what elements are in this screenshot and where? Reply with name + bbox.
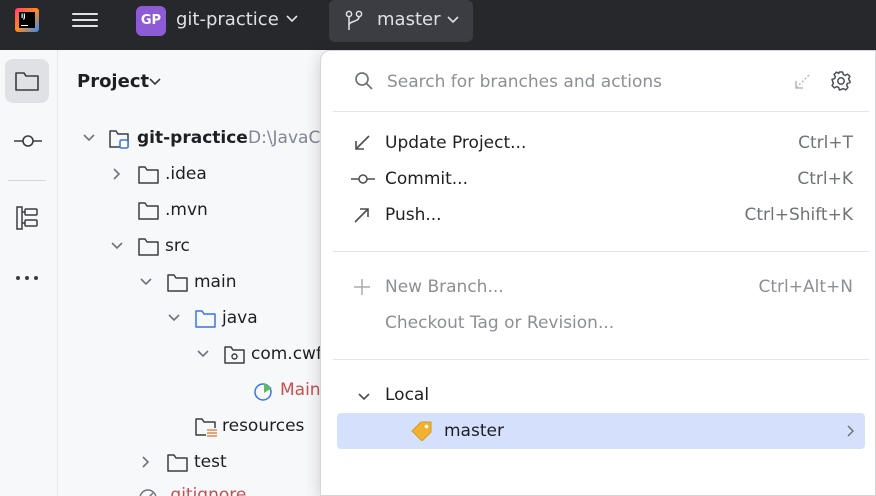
tree-item-java[interactable]: java [58,303,326,333]
tree-item-label: git-practice [137,128,248,148]
item-label: Checkout Tag or Revision... [385,313,615,333]
tree-item-idea[interactable]: .idea [58,159,326,189]
push-arrow-icon [354,208,369,223]
chevron-down-icon[interactable] [167,311,181,325]
chevron-down-icon[interactable] [196,347,210,361]
push-item[interactable]: Push... Ctrl+Shift+K [337,197,865,233]
item-label: New Branch... [385,277,504,297]
chevron-down-icon [447,16,459,24]
project-badge[interactable]: GP [136,6,166,36]
tree-item-label: .gitignore [165,485,247,496]
tree-item-mvn[interactable]: .mvn [58,195,326,225]
update-arrow-icon [355,135,370,150]
tree-item-main-class[interactable]: Main [58,375,326,405]
intellij-logo-icon[interactable]: IJ [15,8,39,32]
resources-folder-icon [195,418,217,437]
tree-item-label: .idea [165,164,207,184]
tree-item-resources[interactable]: resources [58,411,326,441]
panel-title[interactable]: Project [77,71,149,92]
commit-icon [14,135,42,147]
commit-item[interactable]: Commit... Ctrl+K [337,161,865,197]
tree-item-label: com.cwf [251,344,322,364]
more-tools-button[interactable] [5,256,49,300]
section-label: Local [385,385,430,405]
tree-item-main[interactable]: main [58,267,326,297]
tree-item-label: main [194,272,237,292]
search-input[interactable] [387,67,787,97]
package-icon [224,346,245,364]
project-tool-button[interactable] [5,59,49,103]
folder-icon [15,72,39,91]
folder-icon [138,202,159,220]
folder-icon [167,454,188,472]
more-icon [16,276,38,280]
module-folder-icon [109,130,129,149]
tree-item-label: Main [280,380,321,400]
tree-item-test[interactable]: test [58,447,326,477]
gear-icon[interactable] [830,70,852,92]
folder-icon [167,274,188,292]
folder-icon [138,166,159,184]
plus-icon [354,279,370,295]
tree-item-label: .mvn [165,200,208,220]
branch-item-master[interactable]: master [337,413,865,449]
java-class-run-icon [254,383,272,401]
update-project-item[interactable]: Update Project... Ctrl+T [337,125,865,161]
tool-window-strip [0,50,58,496]
tree-item-git-practice[interactable]: git-practice D:\JavaC [58,123,326,153]
commit-icon [351,174,375,184]
main-menu-button[interactable] [72,9,98,31]
item-shortcut: Ctrl+Alt+N [758,277,853,297]
chevron-down-icon[interactable] [82,131,96,145]
commit-tool-button[interactable] [5,119,49,163]
folder-icon [138,238,159,256]
divider [333,359,869,360]
ignore-file-icon [139,489,157,496]
branch-widget[interactable]: master [329,0,473,42]
chevron-down-icon[interactable] [285,12,299,26]
project-panel: Project git-practice D:\JavaC .idea .mvn… [58,50,326,496]
structure-tool-button[interactable] [5,196,49,240]
checkout-tag-item[interactable]: Checkout Tag or Revision... [337,305,865,341]
tree-item-package[interactable]: com.cwf [58,339,326,369]
chevron-right-icon[interactable] [110,167,124,181]
strip-divider [8,180,46,181]
source-folder-icon [195,310,216,328]
project-name[interactable]: git-practice [176,9,279,30]
tag-icon [411,421,432,441]
branch-name: master [444,421,504,441]
git-branches-popup: Update Project... Ctrl+T Commit... Ctrl+… [320,50,876,496]
chevron-right-icon[interactable] [139,455,153,469]
item-shortcut: Ctrl+Shift+K [744,205,853,225]
branch-icon [345,10,363,30]
chevron-down-icon [358,393,370,401]
title-bar: IJ GP git-practice master [0,0,876,50]
chevron-down-icon[interactable] [139,275,153,289]
tree-item-label: src [165,236,190,256]
chevron-down-icon[interactable] [148,75,162,89]
divider [333,111,869,112]
item-shortcut: Ctrl+K [797,169,853,189]
tree-item-label: resources [222,416,305,436]
search-icon [355,72,373,90]
divider [333,251,869,252]
search-row [321,51,875,111]
new-branch-item[interactable]: New Branch... Ctrl+Alt+N [337,269,865,305]
chevron-right-icon[interactable] [845,424,857,438]
item-label: Commit... [385,169,468,189]
item-shortcut: Ctrl+T [798,133,853,153]
branch-name: master [377,9,441,30]
chevron-down-icon[interactable] [110,239,124,253]
local-section-header[interactable]: Local [337,377,865,413]
tree-item-path: D:\JavaC [248,128,321,148]
tree-item-gitignore[interactable]: .gitignore [58,480,326,496]
item-label: Update Project... [385,133,527,153]
collapse-icon[interactable] [793,73,811,91]
item-label: Push... [385,205,442,225]
tree-item-src[interactable]: src [58,231,326,261]
tree-item-label: test [194,452,227,472]
tree-item-label: java [222,308,258,328]
structure-icon [16,206,38,230]
